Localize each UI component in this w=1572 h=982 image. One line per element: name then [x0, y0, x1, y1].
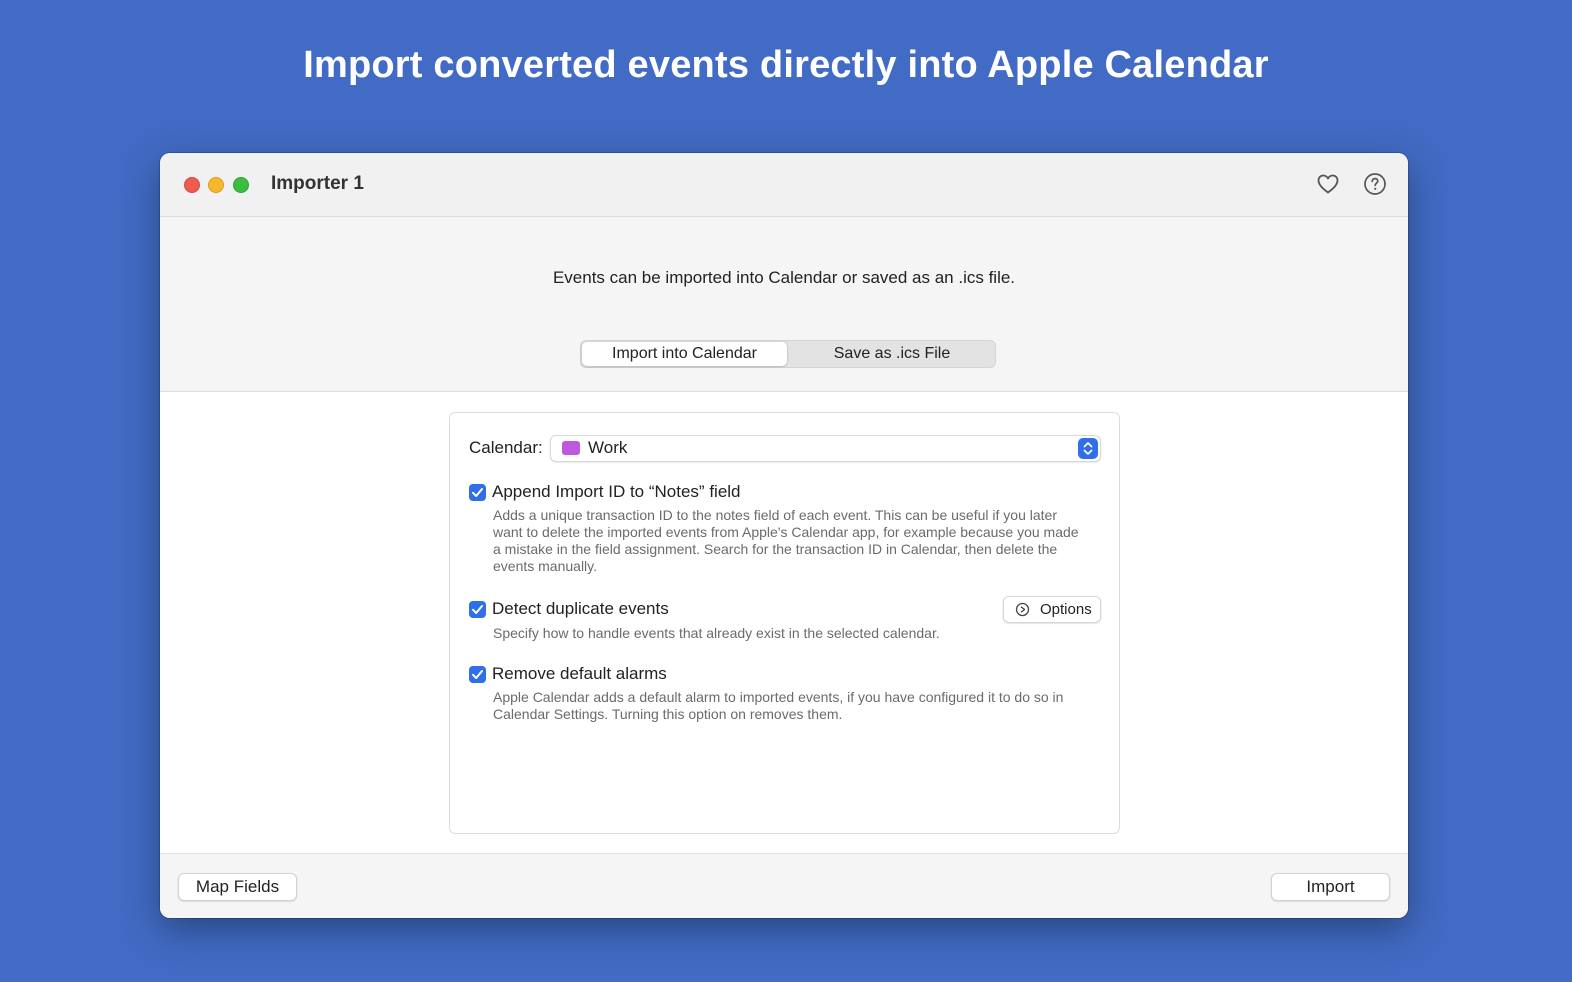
window-title: Importer 1 — [271, 173, 364, 194]
append-import-id-checkbox[interactable] — [469, 484, 486, 501]
detect-duplicates-checkbox[interactable] — [469, 601, 486, 618]
headline: Import converted events directly into Ap… — [303, 44, 1269, 86]
detect-duplicates-label: Detect duplicate events — [492, 599, 669, 618]
footer-bar: Map Fields Import — [160, 853, 1408, 918]
close-window-button[interactable] — [184, 177, 200, 193]
detect-duplicates-description: Specify how to handle events that alread… — [493, 625, 940, 641]
calendar-label: Calendar: — [469, 438, 543, 457]
import-options-panel: Calendar: Work Append Import ID to “Note… — [449, 412, 1120, 834]
options-gear-icon — [1015, 602, 1030, 617]
append-import-id-description: Adds a unique transaction ID to the note… — [493, 507, 1079, 574]
heart-icon[interactable] — [1316, 172, 1340, 196]
map-fields-button[interactable]: Map Fields — [178, 873, 297, 901]
import-button[interactable]: Import — [1271, 873, 1390, 901]
popup-chevrons-icon[interactable] — [1078, 438, 1098, 459]
minimize-window-button[interactable] — [208, 177, 224, 193]
zoom-window-button[interactable] — [233, 177, 249, 193]
importer-window: Importer 1 Events can be imported into C… — [160, 153, 1408, 918]
remove-alarms-label: Remove default alarms — [492, 664, 667, 683]
calendar-color-swatch — [562, 441, 580, 455]
help-icon[interactable] — [1363, 172, 1387, 196]
mode-segmented-control: Import into Calendar Save as .ics File — [580, 340, 996, 368]
duplicate-options-button[interactable]: Options — [1003, 596, 1101, 623]
calendar-selected-value: Work — [588, 438, 628, 457]
options-button-label: Options — [1040, 601, 1092, 618]
remove-alarms-checkbox[interactable] — [469, 666, 486, 683]
append-import-id-label: Append Import ID to “Notes” field — [492, 482, 741, 501]
mode-header: Events can be imported into Calendar or … — [160, 217, 1408, 392]
calendar-popup[interactable]: Work — [550, 435, 1101, 462]
tab-import-into-calendar[interactable]: Import into Calendar — [582, 342, 787, 366]
settings-area: Calendar: Work Append Import ID to “Note… — [160, 392, 1408, 853]
intro-text: Events can be imported into Calendar or … — [552, 268, 1016, 287]
tab-save-as-ics[interactable]: Save as .ics File — [789, 341, 995, 367]
title-bar: Importer 1 — [160, 153, 1408, 217]
remove-alarms-description: Apple Calendar adds a default alarm to i… — [493, 689, 1064, 722]
